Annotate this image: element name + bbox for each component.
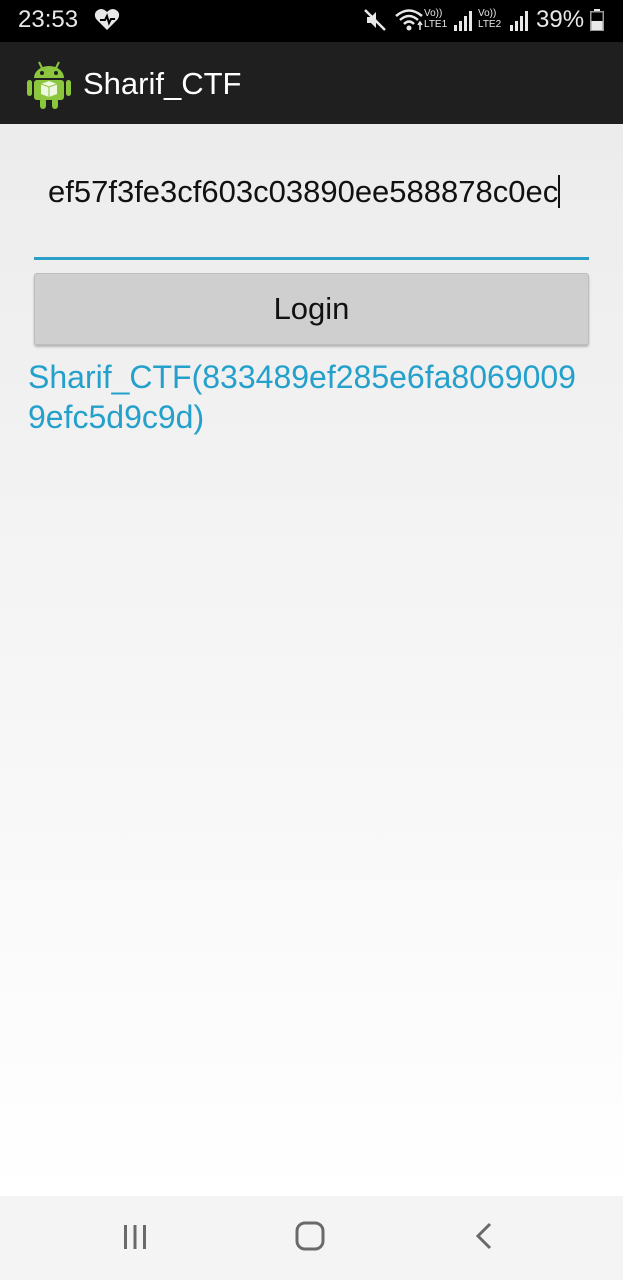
home-icon[interactable] [294,1220,326,1252]
status-bar: 23:53 Vo)) LTE1 Vo)) LTE2 39% [0,0,623,42]
wifi-icon [395,9,423,31]
battery-percent: 39% [536,6,585,33]
heart-icon [94,8,120,31]
sim2-signal: Vo)) LTE2 [478,7,530,33]
navigation-bar [0,1196,623,1280]
status-time: 23:53 [18,6,79,33]
main-content: ef57f3fe3cf603c03890ee588878c0ec Login S… [0,124,623,1196]
app-bar: Sharif_CTF [0,42,623,124]
sim1-lte-label: LTE1 [424,19,448,30]
sim2-lte-label: LTE2 [478,19,502,30]
text-cursor [558,175,561,208]
result-text: Sharif_CTF(833489ef285e6fa80690099efc5d9… [28,359,576,435]
sim1-volte-label: Vo)) [424,8,443,19]
app-title: Sharif_CTF [83,66,242,101]
signal-icon [510,11,528,31]
battery-icon [590,9,604,31]
input-value: ef57f3fe3cf603c03890ee588878c0ec [48,174,561,209]
sim1-signal: Vo)) LTE1 [424,7,474,33]
login-button[interactable]: Login [34,273,589,345]
recents-icon[interactable] [120,1222,150,1252]
mute-icon [364,9,386,31]
signal-icon [454,11,472,31]
back-icon[interactable] [472,1220,496,1252]
flag-input[interactable]: ef57f3fe3cf603c03890ee588878c0ec [34,168,589,260]
sim2-volte-label: Vo)) [478,8,497,19]
android-icon [27,61,71,109]
